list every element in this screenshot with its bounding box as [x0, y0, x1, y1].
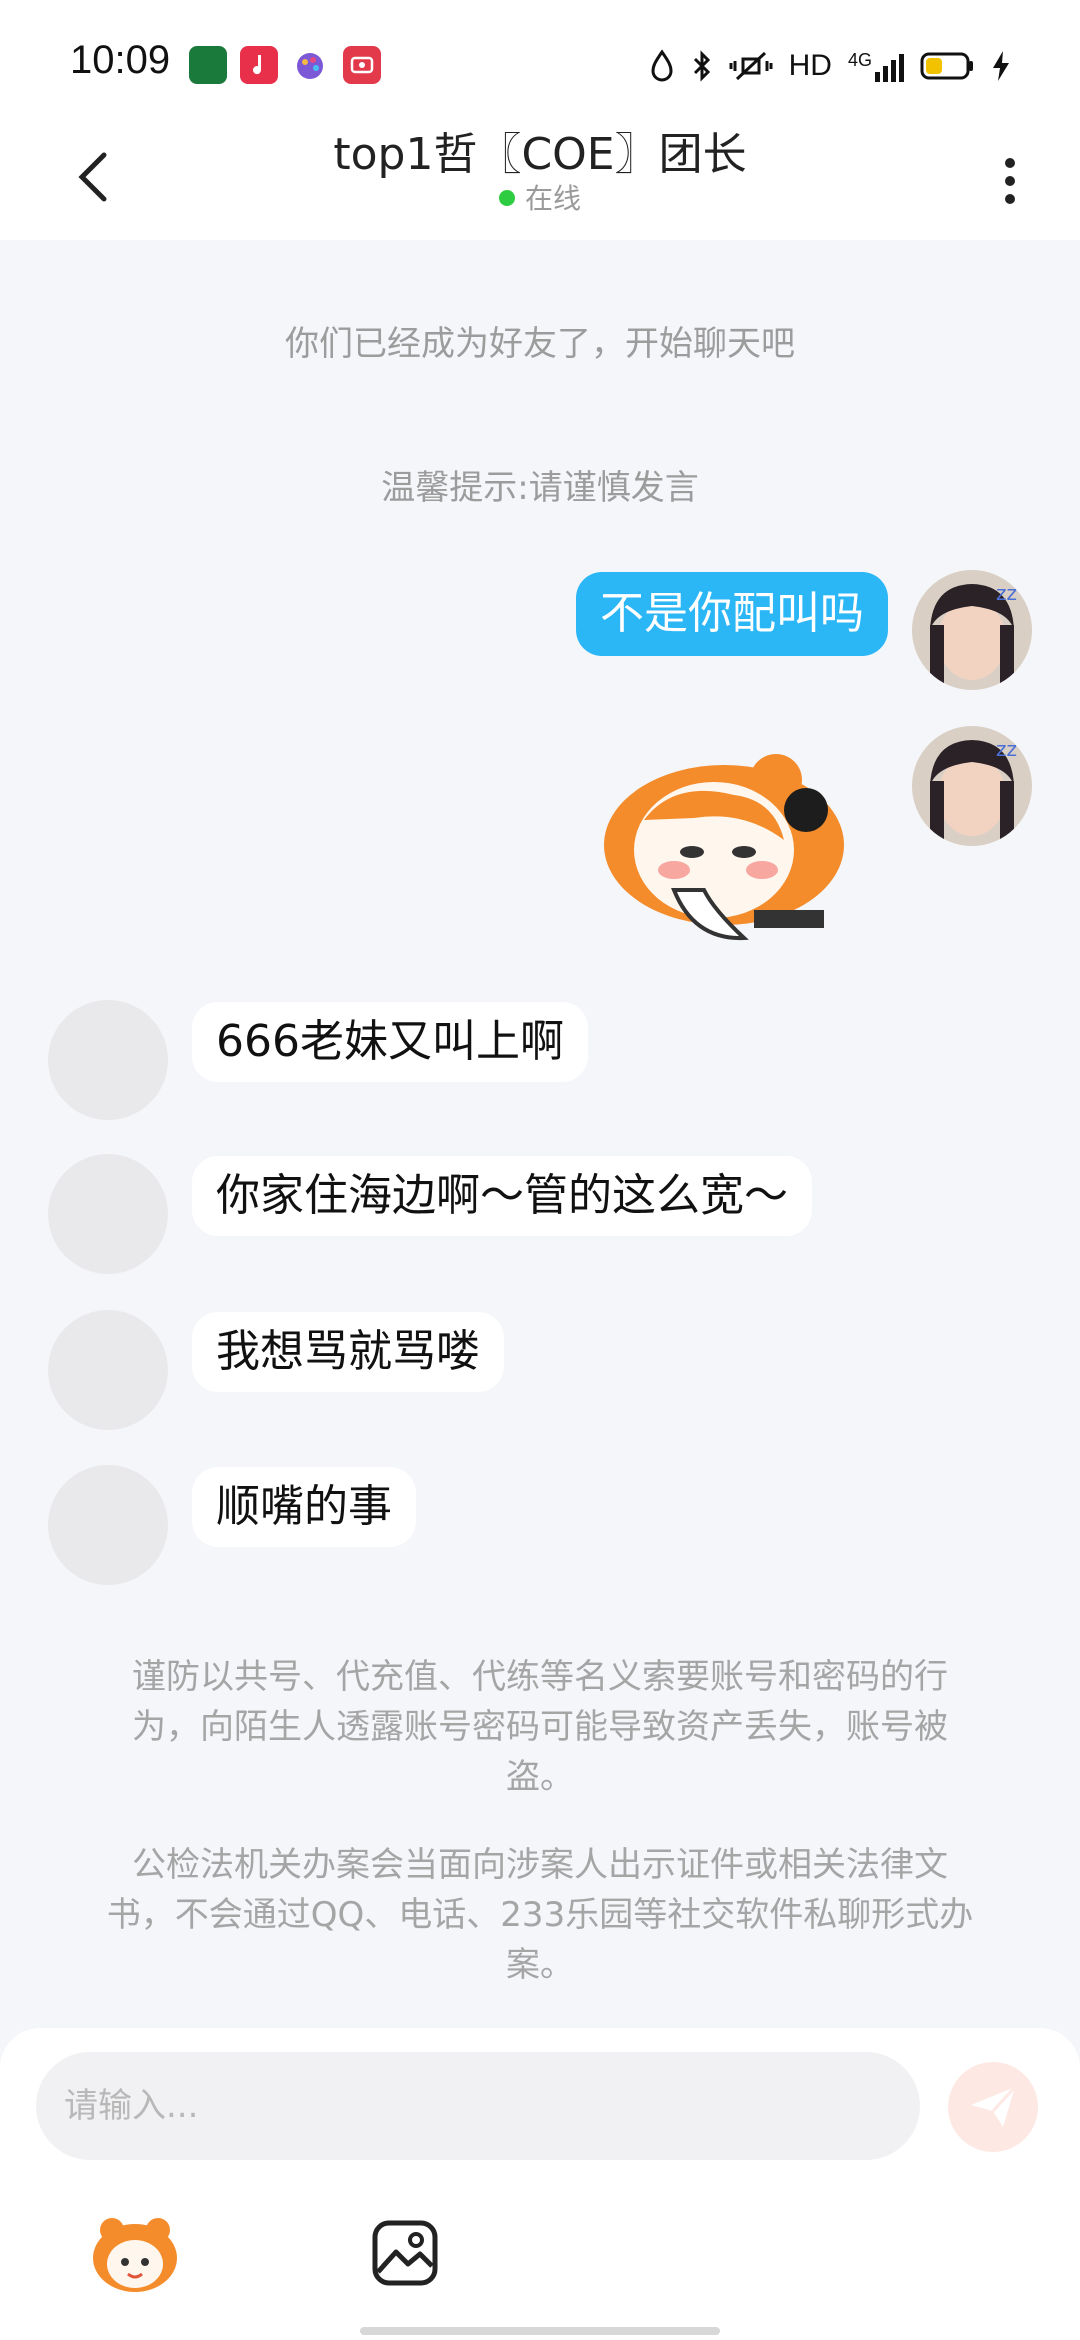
contact-avatar[interactable]: [48, 1465, 168, 1585]
send-button[interactable]: [948, 2062, 1038, 2152]
svg-text:zz: zz: [996, 737, 1017, 761]
oppo-app-icon: [189, 46, 227, 84]
charging-icon: [993, 51, 1009, 81]
more-vertical-icon: [1005, 158, 1015, 168]
message-bubble-other[interactable]: 666老妹又叫上啊: [192, 1002, 588, 1082]
contact-avatar[interactable]: [48, 1154, 168, 1274]
input-panel: [0, 2028, 1080, 2340]
message-bubble-other[interactable]: 我想骂就骂喽: [192, 1312, 504, 1392]
online-label: 在线: [524, 182, 581, 215]
contact-name: top1哲〖COE〗团长: [333, 129, 747, 180]
account-safety-warning: 谨防以共号、代充值、代练等名义索要账号和密码的行为，向陌生人透露账号密码可能导致…: [132, 1657, 948, 1797]
police-fraud-warning: 公检法机关办案会当面向涉案人出示证件或相关法律文书，不会通过QQ、电话、233乐…: [106, 1845, 974, 1985]
image-icon: [372, 2220, 438, 2286]
network-type: HD: [788, 49, 832, 82]
send-icon: [971, 2085, 1017, 2127]
online-dot: [498, 190, 515, 206]
message-input[interactable]: [36, 2052, 920, 2160]
online-status: 在线: [0, 177, 1080, 217]
friend-notice: 你们已经成为好友了，开始聊天吧: [285, 324, 795, 364]
message-bubble-mine[interactable]: 不是你配叫吗: [576, 572, 888, 656]
contact-avatar[interactable]: [48, 1000, 168, 1120]
signal-icon: 4G: [848, 50, 904, 82]
home-indicator[interactable]: [360, 2327, 720, 2335]
caution-tip: 温馨提示:请谨慎发言: [381, 468, 699, 508]
status-time: 10:09: [70, 38, 171, 82]
paint-app-icon: [291, 46, 329, 84]
image-button[interactable]: [360, 2208, 450, 2298]
contact-avatar[interactable]: [48, 1310, 168, 1430]
more-button[interactable]: [990, 141, 1030, 221]
chat-screen: 10:09 HD 4G top1哲〖COE〗团长 在线 你们已经成为好友了，开始…: [0, 0, 1080, 2340]
screen-record-icon: [343, 46, 381, 84]
my-avatar[interactable]: zz: [912, 570, 1032, 690]
music-app-icon: [240, 46, 278, 84]
vibrate-icon: [729, 51, 773, 81]
chat-header: top1哲〖COE〗团长 在线: [0, 125, 1080, 240]
status-bar: 10:09 HD 4G: [0, 0, 1080, 125]
sticker-emoji-icon: [93, 2218, 177, 2292]
battery-icon: [920, 52, 973, 80]
bluetooth-icon: [693, 50, 710, 82]
data-saver-icon: [651, 49, 673, 82]
crying-girl-sticker: [604, 754, 844, 941]
status-indicators: HD 4G: [649, 44, 1012, 88]
my-avatar[interactable]: zz: [912, 726, 1032, 846]
sticker-button[interactable]: [90, 2208, 180, 2298]
message-bubble-other[interactable]: 你家住海边啊～管的这么宽～: [192, 1156, 812, 1236]
sticker-message[interactable]: [594, 740, 854, 945]
message-bubble-other[interactable]: 顺嘴的事: [192, 1467, 416, 1547]
signal-label: 4G: [847, 50, 872, 70]
svg-text:zz: zz: [996, 581, 1017, 605]
